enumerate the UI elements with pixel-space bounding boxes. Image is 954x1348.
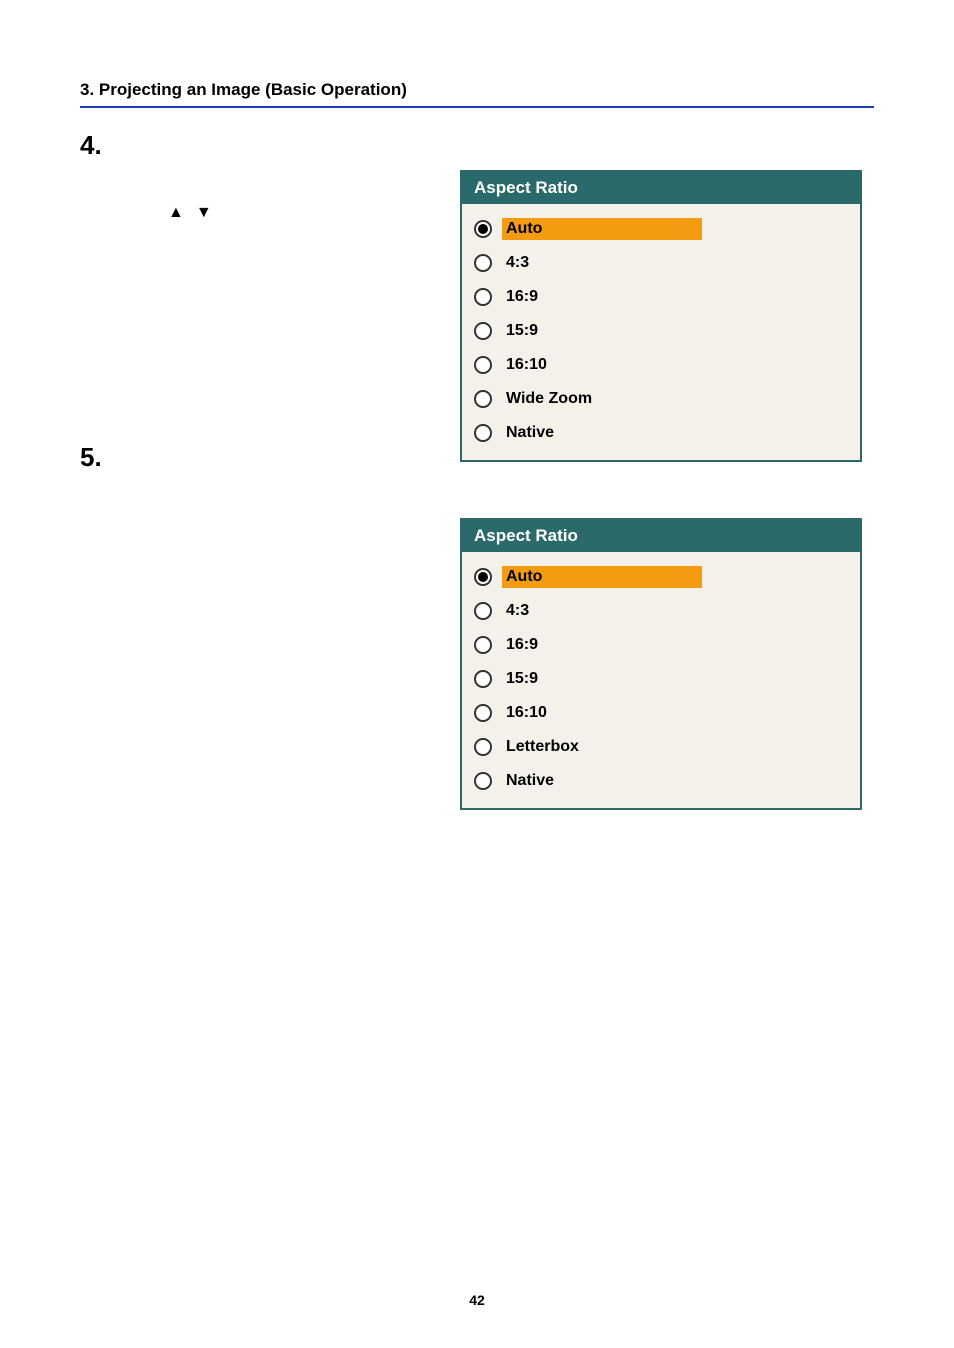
arrow-down-icon: ▼ (196, 204, 224, 221)
radio-icon (474, 288, 492, 306)
option-16-10[interactable]: 16:10 (472, 696, 850, 730)
page-number: 42 (0, 1292, 954, 1308)
option-16-9[interactable]: 16:9 (472, 628, 850, 662)
option-label: Auto (502, 218, 702, 240)
option-label: 15:9 (502, 320, 542, 342)
page-container: 3. Projecting an Image (Basic Operation)… (0, 0, 954, 1348)
option-label: 15:9 (502, 668, 542, 690)
radio-icon (474, 356, 492, 374)
panel-1-option-list: Auto 4:3 16:9 15:9 16:10 (462, 204, 860, 460)
panel-2-option-list: Auto 4:3 16:9 15:9 (462, 552, 860, 808)
option-label: Wide Zoom (502, 388, 596, 410)
radio-icon (474, 704, 492, 722)
option-auto[interactable]: Auto (472, 212, 850, 246)
step-4-left-column: ▲▼ (80, 170, 460, 462)
option-label: Auto (502, 566, 702, 588)
step-5-left-spacer (80, 482, 460, 810)
radio-icon (474, 254, 492, 272)
panel-2-title: Aspect Ratio (462, 520, 860, 552)
step-4-row: ▲▼ Aspect Ratio Auto 4:3 16:9 (80, 170, 874, 462)
radio-icon (474, 602, 492, 620)
option-label: 16:10 (502, 354, 551, 376)
radio-icon (474, 390, 492, 408)
section-header: 3. Projecting an Image (Basic Operation) (80, 80, 874, 108)
radio-icon (474, 568, 492, 586)
step-5-row: Aspect Ratio Auto 4:3 16:9 (80, 482, 874, 810)
radio-icon (474, 670, 492, 688)
option-label: 16:10 (502, 702, 551, 724)
option-15-9[interactable]: 15:9 (472, 314, 850, 348)
option-16-9[interactable]: 16:9 (472, 280, 850, 314)
option-15-9[interactable]: 15:9 (472, 662, 850, 696)
aspect-ratio-panel-1: Aspect Ratio Auto 4:3 16:9 15:9 (460, 170, 862, 462)
radio-icon (474, 772, 492, 790)
option-4-3[interactable]: 4:3 (472, 594, 850, 628)
option-wide-zoom[interactable]: Wide Zoom (472, 382, 850, 416)
option-label: 16:9 (502, 286, 542, 308)
option-auto[interactable]: Auto (472, 560, 850, 594)
section-title: 3. Projecting an Image (Basic Operation) (80, 80, 874, 100)
option-letterbox[interactable]: Letterbox (472, 730, 850, 764)
option-label: 16:9 (502, 634, 542, 656)
option-4-3[interactable]: 4:3 (472, 246, 850, 280)
option-label: Native (502, 422, 558, 444)
option-16-10[interactable]: 16:10 (472, 348, 850, 382)
step-5-block: 5. Aspect Ratio Auto 4:3 16:9 (80, 444, 874, 810)
option-label: Letterbox (502, 736, 583, 758)
radio-icon (474, 738, 492, 756)
step-4-number: 4. (80, 132, 874, 158)
radio-icon (474, 424, 492, 442)
radio-icon (474, 220, 492, 238)
panel-1-title: Aspect Ratio (462, 172, 860, 204)
option-label: Native (502, 770, 558, 792)
header-rule (80, 106, 874, 108)
option-label: 4:3 (502, 600, 533, 622)
option-label: 4:3 (502, 252, 533, 274)
radio-icon (474, 322, 492, 340)
option-native[interactable]: Native (472, 416, 850, 450)
arrow-up-icon: ▲ (168, 204, 196, 221)
option-native[interactable]: Native (472, 764, 850, 798)
arrow-indicators: ▲▼ (168, 204, 224, 222)
radio-icon (474, 636, 492, 654)
aspect-ratio-panel-2: Aspect Ratio Auto 4:3 16:9 (460, 518, 862, 810)
